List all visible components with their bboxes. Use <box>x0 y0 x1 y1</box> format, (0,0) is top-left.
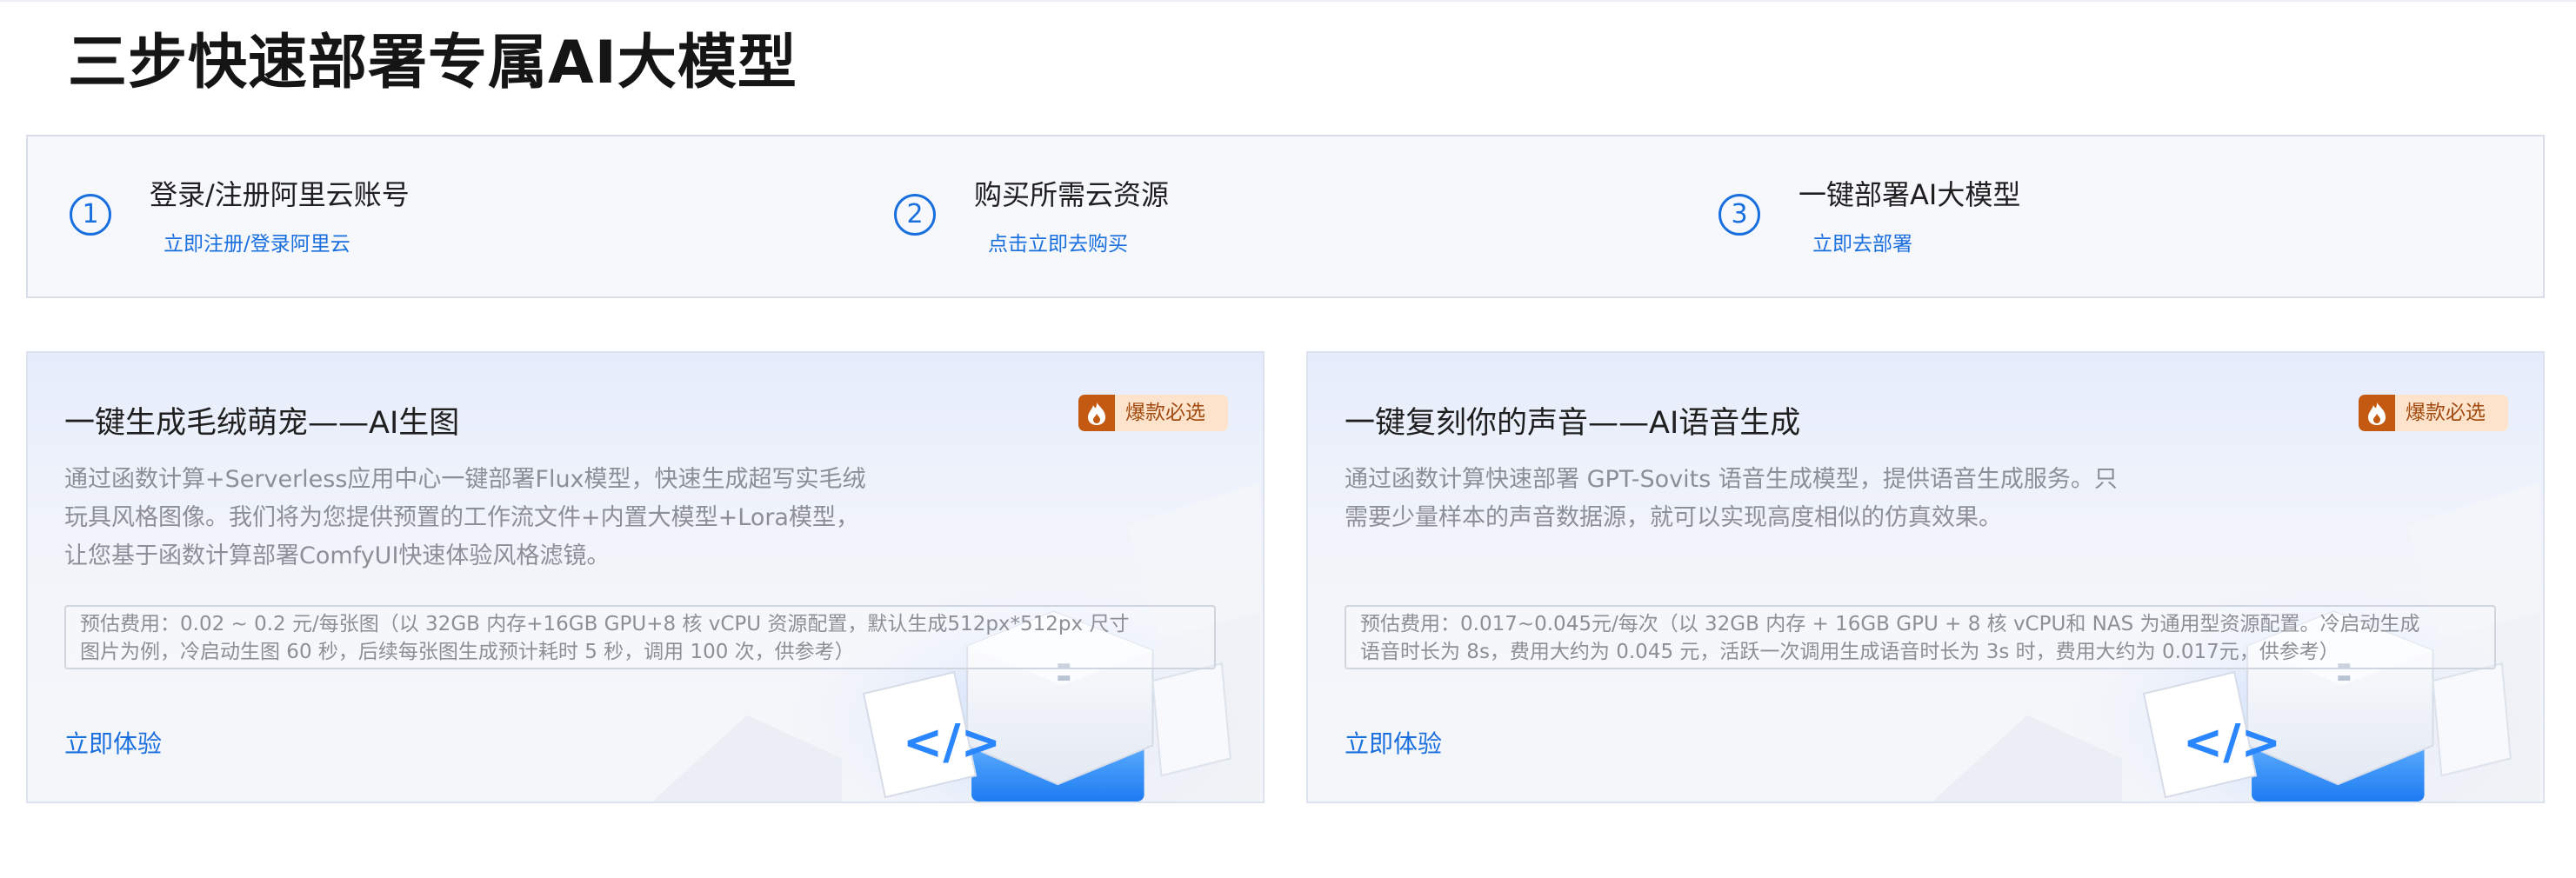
card-description: 通过函数计算快速部署 GPT-Sovits 语音生成模型，提供语音生成服务。只 … <box>1345 461 2118 537</box>
desc-line: 通过函数计算快速部署 GPT-Sovits 语音生成模型，提供语音生成服务。只 <box>1345 466 2118 493</box>
steps-panel: 1 登录/注册阿里云账号 立即注册/登录阿里云 2 购买所需云资源 点击立即去购… <box>26 135 2545 298</box>
try-now-link[interactable]: 立即体验 <box>1345 725 1442 760</box>
step-2-title: 购买所需云资源 <box>974 178 1170 211</box>
card-ai-voice: </> 一键复刻你的声音——AI语音生成 爆款必选 通过函数计算快速部署 GPT… <box>1306 351 2545 803</box>
cost-line: 预估费用：0.02 ~ 0.2 元/每张图（以 32GB 内存+16GB GPU… <box>80 613 1130 635</box>
badge-label: 爆款必选 <box>2406 402 2486 424</box>
step-2: 2 购买所需云资源 点击立即去购买 <box>852 136 1677 300</box>
cost-line: 语音时长为 8s，费用大约为 0.045 元，活跃一次调用生成语音时长为 3s … <box>1360 641 2339 663</box>
cost-line: 图片为例，冷启动生图 60 秒，后续每张图生成预计耗时 5 秒，调用 100 次… <box>80 641 855 663</box>
hot-badge: 爆款必选 <box>1078 395 1228 431</box>
register-login-link[interactable]: 立即注册/登录阿里云 <box>164 227 350 256</box>
step-1-number: 1 <box>70 194 111 236</box>
cost-estimate-box: 预估费用：0.017~0.045元/每次（以 32GB 内存 + 16GB GP… <box>1345 605 2496 669</box>
buy-resources-link[interactable]: 点击立即去购买 <box>988 227 1128 256</box>
step-1-title: 登录/注册阿里云账号 <box>150 178 410 211</box>
step-1: 1 登录/注册阿里云账号 立即注册/登录阿里云 <box>28 136 852 300</box>
step-3-title: 一键部署AI大模型 <box>1799 178 2021 211</box>
card-description: 通过函数计算+Serverless应用中心一键部署Flux模型，快速生成超写实毛… <box>64 461 866 575</box>
card-ai-image: </> 一键生成毛绒萌宠——AI生图 爆款必选 通过函数计算+Serverles… <box>26 351 1265 803</box>
cost-estimate-box: 预估费用：0.02 ~ 0.2 元/每张图（以 32GB 内存+16GB GPU… <box>64 605 1216 669</box>
step-2-number: 2 <box>894 194 936 236</box>
svg-text:</>: </> <box>2183 714 2281 770</box>
hot-badge: 爆款必选 <box>2359 395 2508 431</box>
svg-text:</>: </> <box>903 714 1001 770</box>
top-divider <box>0 0 2576 2</box>
step-3-number: 3 <box>1718 194 1760 236</box>
desc-line: 让您基于函数计算部署ComfyUI快速体验风格滤镜。 <box>64 542 611 569</box>
step-3: 3 一键部署AI大模型 立即去部署 <box>1677 136 2501 300</box>
card-title: 一键复刻你的声音——AI语音生成 <box>1345 406 1801 441</box>
try-now-link[interactable]: 立即体验 <box>64 725 162 760</box>
cost-line: 预估费用：0.017~0.045元/每次（以 32GB 内存 + 16GB GP… <box>1360 613 2420 635</box>
desc-line: 通过函数计算+Serverless应用中心一键部署Flux模型，快速生成超写实毛… <box>64 466 866 493</box>
fire-icon <box>2359 395 2395 431</box>
card-title: 一键生成毛绒萌宠——AI生图 <box>64 406 460 441</box>
deploy-link[interactable]: 立即去部署 <box>1812 227 1912 256</box>
desc-line: 需要少量样本的声音数据源，就可以实现高度相似的仿真效果。 <box>1345 504 2002 531</box>
fire-icon <box>1078 395 1115 431</box>
page-title: 三步快速部署专属AI大模型 <box>68 29 797 97</box>
desc-line: 玩具风格图像。我们将为您提供预置的工作流文件+内置大模型+Lora模型， <box>64 504 859 531</box>
badge-label: 爆款必选 <box>1125 402 1205 424</box>
